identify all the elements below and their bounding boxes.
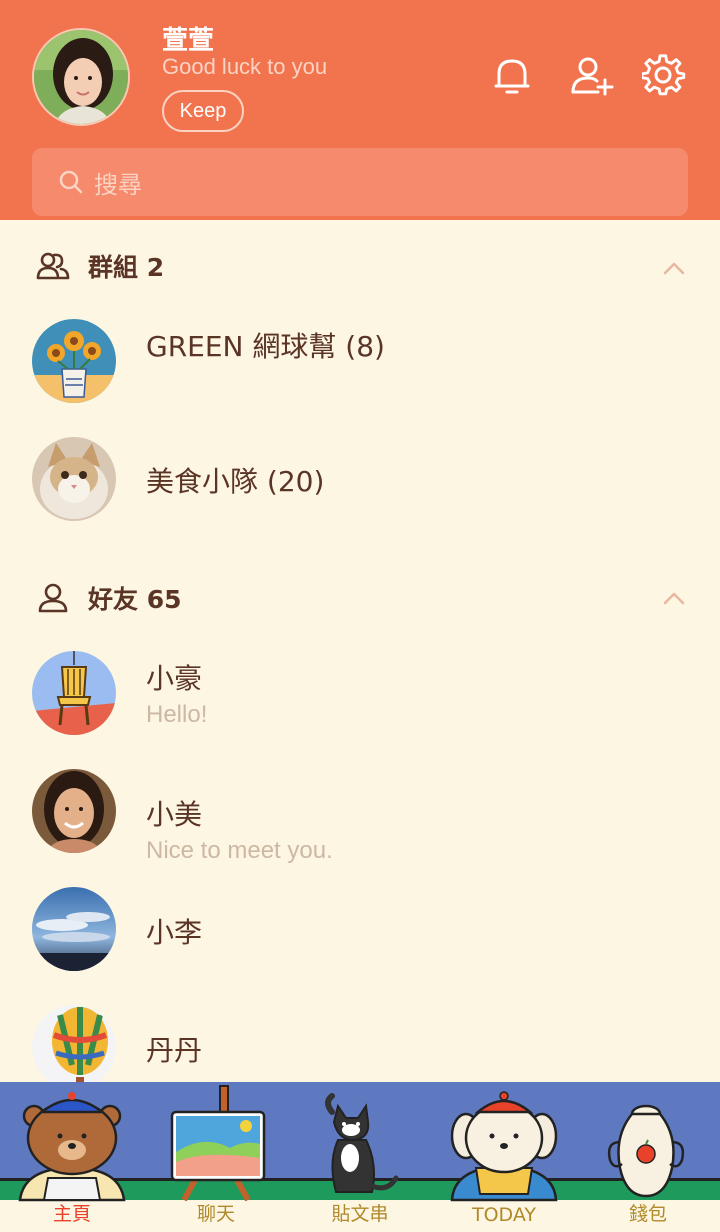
friends-section-title: 好友 65 [88,585,182,614]
keep-button[interactable]: Keep [162,90,244,132]
friend-name: 小美 [146,798,203,831]
search-bar[interactable]: 搜尋 [32,148,688,216]
group-row[interactable]: 美食小隊 (20) [32,437,688,523]
groups-section-header[interactable]: 群組 2 [36,246,164,286]
friend-row[interactable]: 小李 [32,887,688,973]
friend-icon [38,583,68,613]
friend-avatar [32,769,116,853]
friend-status-message: Nice to meet you. [146,837,333,864]
tab-chat[interactable]: 聊天 [144,1082,288,1232]
search-icon [59,170,83,194]
tab-chat-label: 聊天 [196,1203,235,1225]
gear-icon[interactable] [640,54,686,98]
group-name: GREEN 網球幫 (8) [146,330,385,363]
tab-today[interactable]: TODAY [432,1082,576,1232]
tab-today-label: TODAY [472,1204,536,1226]
friend-row[interactable]: 小豪 Hello! [32,651,688,737]
tab-home-label: 主頁 [52,1203,91,1225]
friend-name: 小李 [146,916,203,949]
tab-wallet[interactable]: 錢包 [576,1082,720,1232]
friend-name: 小豪 [146,662,203,695]
group-name: 美食小隊 (20) [146,465,325,498]
friend-row[interactable]: 小美 Nice to meet you. [32,769,688,864]
group-avatar [32,319,116,403]
chevron-up-icon[interactable] [662,590,686,606]
tab-home[interactable]: 主頁 [0,1082,144,1232]
friend-avatar [32,651,116,735]
tab-timeline[interactable]: 貼文串 [288,1082,432,1232]
cat-illustration-icon [325,1093,399,1193]
dog-illustration-icon [450,1091,558,1202]
friend-row[interactable]: 丹丹 [32,1005,688,1091]
group-avatar [32,437,116,521]
profile-avatar[interactable] [32,28,130,126]
bell-icon[interactable] [490,54,534,98]
add-friend-icon[interactable] [568,54,614,98]
chevron-up-icon[interactable] [662,260,686,276]
friend-avatar [32,1005,116,1089]
profile-name: 萱萱 [162,26,215,56]
easel-illustration-icon [170,1085,266,1202]
vase-illustration-icon [607,1104,685,1198]
friend-avatar [32,887,116,971]
tab-wallet-label: 錢包 [628,1203,667,1225]
groups-section-title: 群組 2 [88,253,165,282]
tab-timeline-label: 貼文串 [331,1203,389,1225]
friend-name: 丹丹 [146,1034,203,1067]
header: 萱萱 Good luck to you Keep 搜尋 [0,0,720,220]
search-placeholder: 搜尋 [94,170,142,199]
bottom-nav: 主頁 聊天 貼文串 TODAY 錢包 [0,1082,720,1232]
group-row[interactable]: GREEN 網球幫 (8) [32,319,688,405]
friend-status-message: Hello! [146,701,208,728]
friends-section-header[interactable]: 好友 65 [36,578,182,618]
bear-illustration-icon [18,1092,126,1202]
group-icon [36,252,70,280]
profile-status-message: Good luck to you [162,54,328,79]
